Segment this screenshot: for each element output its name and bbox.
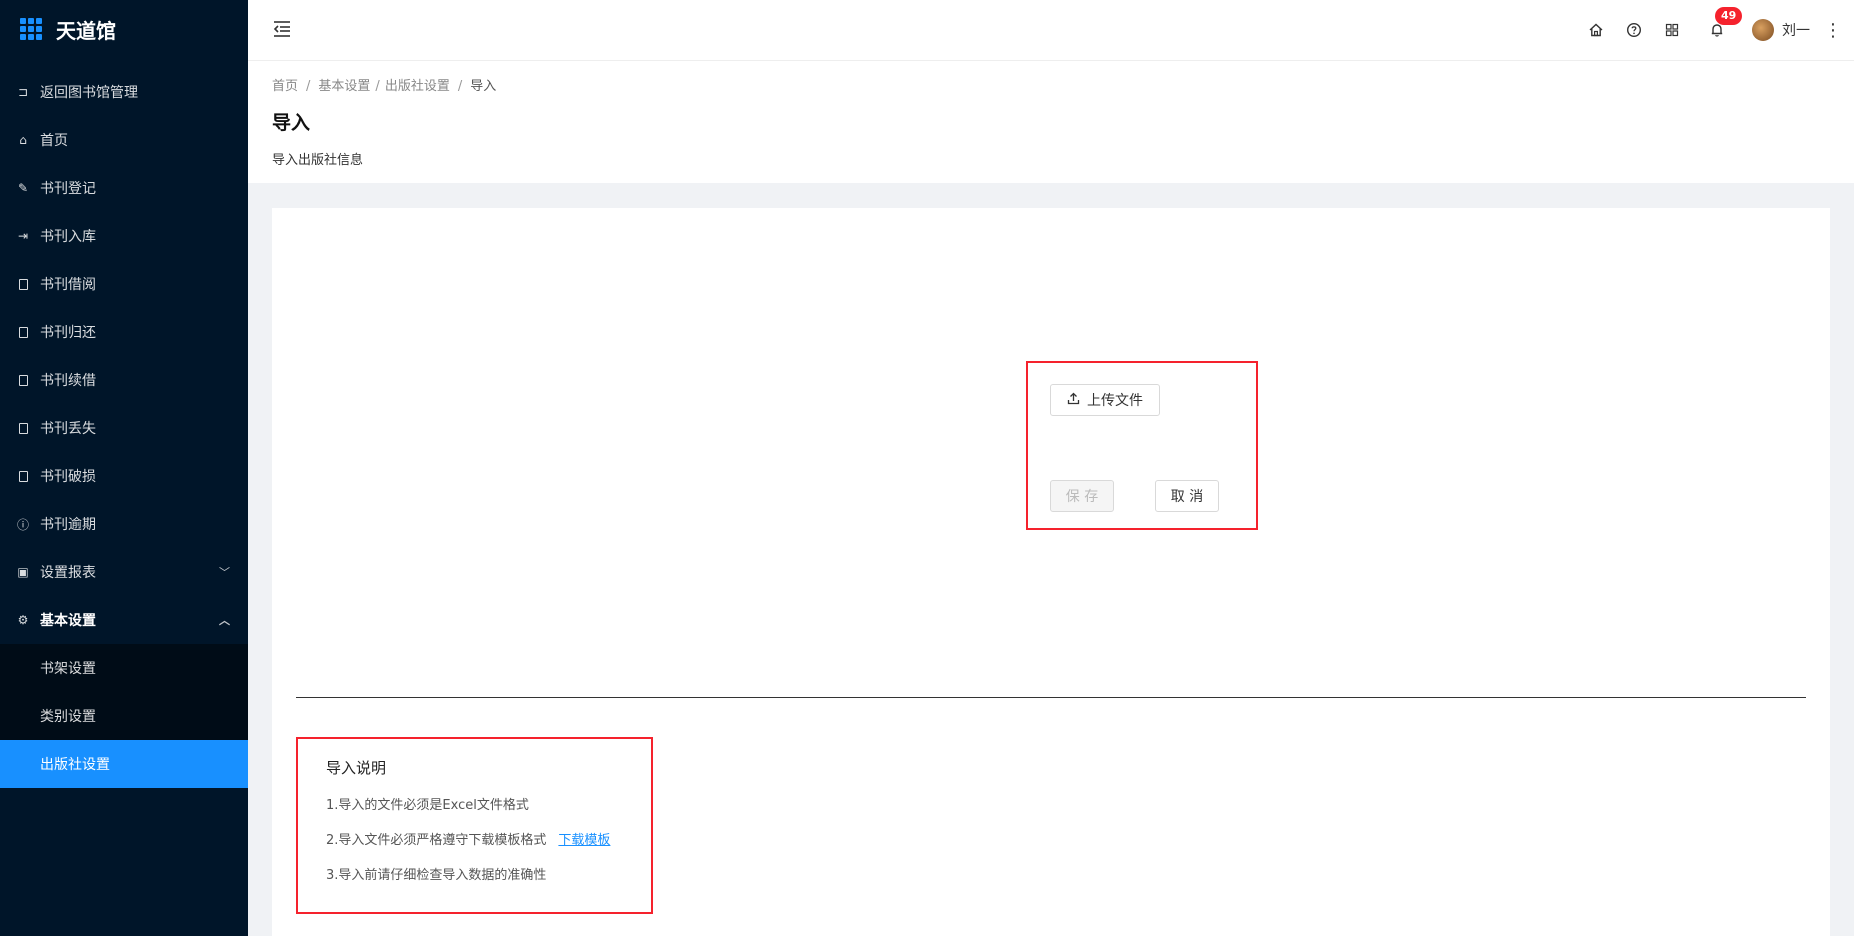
login-icon: ⇥ xyxy=(17,229,29,243)
sidebar-item-label: 返回图书馆管理 xyxy=(40,85,138,101)
chevron-down-icon: ﹀ xyxy=(219,566,230,579)
document-icon xyxy=(16,325,30,339)
upload-panel: 上传文件 保 存 取 消 xyxy=(1026,361,1258,530)
report-icon: ▣ xyxy=(17,565,29,579)
apps-grid-icon[interactable] xyxy=(1662,20,1682,40)
sidebar-item-label: 类别设置 xyxy=(40,709,96,725)
document-icon xyxy=(16,421,30,435)
sidebar-item-overdue[interactable]: ⓘ 书刊逾期 xyxy=(0,500,248,548)
sidebar-item-label: 书刊登记 xyxy=(40,181,96,197)
document-icon xyxy=(16,469,30,483)
upload-file-label: 上传文件 xyxy=(1087,393,1143,409)
home-icon[interactable] xyxy=(1586,20,1606,40)
sidebar-item-label: 书刊归还 xyxy=(40,325,96,341)
document-icon xyxy=(16,373,30,387)
sidebar-item-publisher-settings[interactable]: 出版社设置 xyxy=(0,740,248,788)
sidebar-item-label: 书刊破损 xyxy=(40,469,96,485)
return-icon: ⊐ xyxy=(17,85,29,99)
more-vertical-icon[interactable]: ⋮ xyxy=(1824,20,1842,41)
sidebar-item-home[interactable]: ⌂ 首页 xyxy=(0,116,248,164)
sidebar-item-label: 设置报表 xyxy=(40,565,96,581)
page-description: 导入出版社信息 xyxy=(272,153,364,168)
sidebar-item-label: 书架设置 xyxy=(40,661,96,677)
sidebar-item-damaged[interactable]: 书刊破损 xyxy=(0,452,248,500)
instruction-line-1: 1.导入的文件必须是Excel文件格式 xyxy=(326,798,529,813)
notification-bell-icon[interactable]: 49 xyxy=(1707,7,1743,40)
logo[interactable]: 天道馆 xyxy=(0,0,248,58)
sidebar-item-category-settings[interactable]: 类别设置 xyxy=(0,692,248,740)
header-actions: 49 刘一 ⋮ xyxy=(1577,0,1854,60)
breadcrumb: 首页 / 基本设置 / 出版社设置 / 导入 xyxy=(272,79,497,94)
divider xyxy=(296,697,1806,698)
username[interactable]: 刘一 xyxy=(1782,20,1810,40)
page-title: 导入 xyxy=(272,112,311,134)
breadcrumb-current: 导入 xyxy=(470,79,497,94)
save-button[interactable]: 保 存 xyxy=(1050,480,1114,512)
sidebar-item-label: 书刊丢失 xyxy=(40,421,96,437)
info-icon: ⓘ xyxy=(16,517,29,532)
instruction-line-2: 2.导入文件必须严格遵守下载模板格式 下载模板 xyxy=(326,829,651,848)
gear-icon: ⚙ xyxy=(17,613,29,627)
sidebar-item-basic-settings[interactable]: ⚙ 基本设置 ︿ xyxy=(0,596,248,644)
top-header: 49 刘一 ⋮ xyxy=(248,0,1854,61)
page-header: 首页 / 基本设置 / 出版社设置 / 导入 导入 导入出版社信息 xyxy=(248,61,1854,183)
sidebar-menu: ⊐ 返回图书馆管理 ⌂ 首页 ✎ 书刊登记 ⇥ 书刊入库 书刊借阅 书刊归还 书… xyxy=(0,68,248,788)
sidebar-item-label: 书刊续借 xyxy=(40,373,96,389)
download-template-link[interactable]: 下载模板 xyxy=(558,833,610,848)
instruction-line-3: 3.导入前请仔细检查导入数据的准确性 xyxy=(326,868,547,883)
avatar[interactable] xyxy=(1752,19,1774,41)
upload-icon xyxy=(1067,392,1080,409)
basic-settings-submenu: 书架设置 类别设置 出版社设置 xyxy=(0,644,248,788)
sidebar-item-label: 出版社设置 xyxy=(40,757,110,773)
chevron-up-icon: ︿ xyxy=(219,614,230,627)
home-icon: ⌂ xyxy=(19,133,27,147)
main-content: 上传文件 保 存 取 消 导入说明 1.导入的文件必须是Excel文件格式 2.… xyxy=(272,208,1830,936)
import-instructions: 导入说明 1.导入的文件必须是Excel文件格式 2.导入文件必须严格遵守下载模… xyxy=(296,737,653,914)
grid-logo-icon xyxy=(20,18,42,40)
sidebar-item-renew[interactable]: 书刊续借 xyxy=(0,356,248,404)
upload-file-button[interactable]: 上传文件 xyxy=(1050,384,1160,416)
pen-icon: ✎ xyxy=(17,181,29,195)
app-title: 天道馆 xyxy=(56,18,116,43)
instruction-line-2-text: 2.导入文件必须严格遵守下载模板格式 xyxy=(326,833,547,848)
help-icon[interactable] xyxy=(1624,20,1644,40)
cancel-button[interactable]: 取 消 xyxy=(1155,480,1219,512)
sidebar-item-reports[interactable]: ▣ 设置报表 ﹀ xyxy=(0,548,248,596)
sidebar-item-register[interactable]: ✎ 书刊登记 xyxy=(0,164,248,212)
sidebar-item-label: 基本设置 xyxy=(40,613,96,629)
menu-fold-icon[interactable] xyxy=(272,19,292,39)
sidebar-item-borrow[interactable]: 书刊借阅 xyxy=(0,260,248,308)
notification-badge: 49 xyxy=(1715,7,1743,25)
sidebar-item-return-book[interactable]: 书刊归还 xyxy=(0,308,248,356)
breadcrumb-basic-settings[interactable]: 基本设置 xyxy=(318,79,370,94)
sidebar-item-label: 首页 xyxy=(40,133,68,149)
sidebar-item-stock-in[interactable]: ⇥ 书刊入库 xyxy=(0,212,248,260)
sidebar-item-label: 书刊入库 xyxy=(40,229,96,245)
breadcrumb-home[interactable]: 首页 xyxy=(272,79,298,94)
sidebar-item-shelf-settings[interactable]: 书架设置 xyxy=(0,644,248,692)
sidebar-item-lost[interactable]: 书刊丢失 xyxy=(0,404,248,452)
sidebar-item-return[interactable]: ⊐ 返回图书馆管理 xyxy=(0,68,248,116)
sidebar-item-label: 书刊借阅 xyxy=(40,277,96,293)
document-icon xyxy=(16,277,30,291)
sidebar: 天道馆 ⊐ 返回图书馆管理 ⌂ 首页 ✎ 书刊登记 ⇥ 书刊入库 书刊借阅 书刊… xyxy=(0,0,248,936)
breadcrumb-publisher-settings[interactable]: 出版社设置 xyxy=(385,79,450,94)
instructions-title: 导入说明 xyxy=(326,759,387,777)
sidebar-item-label: 书刊逾期 xyxy=(40,517,96,533)
